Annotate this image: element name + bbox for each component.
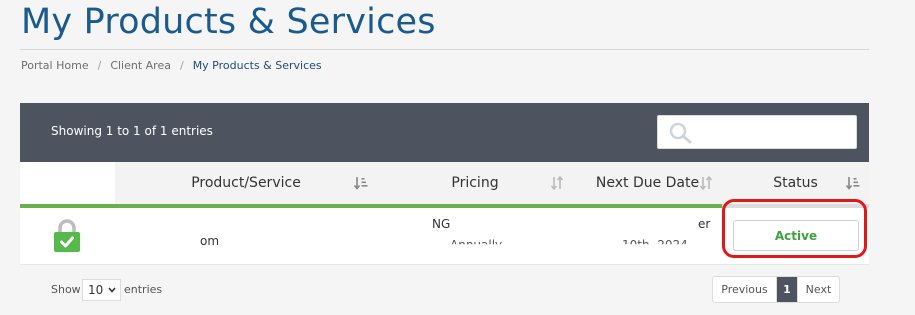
search-icon (669, 122, 692, 144)
breadcrumb-separator: / (97, 59, 102, 72)
pricing-amount: NG (432, 217, 451, 231)
column-header-label: Next Due Date (595, 175, 700, 191)
due-date-prefix: er (698, 217, 711, 231)
due-date: 10th, 2024 (622, 238, 688, 252)
status-highlight-annotation (722, 199, 867, 258)
page-title: My Products & Services (21, 2, 436, 42)
sort-icon (550, 175, 564, 191)
column-header-next-due-date[interactable]: Next Due Date (573, 162, 722, 208)
sort-desc-icon (845, 177, 860, 190)
breadcrumb-client-area[interactable]: Client Area (110, 59, 171, 72)
previous-page-button[interactable]: Previous (713, 277, 777, 302)
search-input[interactable] (698, 122, 848, 144)
sort-icon (699, 175, 713, 191)
pagination: Previous 1 Next (712, 276, 840, 303)
title-divider (20, 49, 869, 50)
products-table-panel: Showing 1 to 1 of 1 entries Product/Serv… (20, 103, 869, 315)
table-footer: Show 10 entries Previous 1 Next (20, 265, 869, 315)
entries-label: entries (124, 283, 163, 296)
product-domain: om (200, 234, 220, 248)
pricing-cycle: Annually (450, 238, 503, 252)
column-header-label: Status (773, 175, 818, 191)
column-header-product[interactable]: Product/Service (115, 162, 377, 208)
current-page-button[interactable]: 1 (777, 277, 797, 302)
column-header-pricing[interactable]: Pricing (377, 162, 573, 208)
search-field[interactable] (657, 115, 857, 149)
showing-entries-text: Showing 1 to 1 of 1 entries (51, 124, 213, 138)
breadcrumb-portal-home[interactable]: Portal Home (21, 59, 89, 72)
show-label: Show (51, 283, 81, 296)
page-length-value: 10 (88, 283, 104, 297)
column-header-icon (20, 162, 115, 208)
page-length-select[interactable]: 10 (82, 279, 121, 301)
sort-desc-icon (353, 177, 368, 190)
breadcrumb-current: My Products & Services (192, 59, 322, 72)
lock-icon (54, 219, 80, 252)
table-toolbar: Showing 1 to 1 of 1 entries (20, 103, 869, 162)
chevron-down-icon (108, 287, 116, 293)
breadcrumb-separator: / (179, 59, 184, 72)
breadcrumb: Portal Home / Client Area / My Products … (21, 59, 322, 72)
column-header-label: Pricing (451, 175, 499, 191)
column-header-label: Product/Service (191, 175, 301, 191)
next-page-button[interactable]: Next (797, 277, 839, 302)
